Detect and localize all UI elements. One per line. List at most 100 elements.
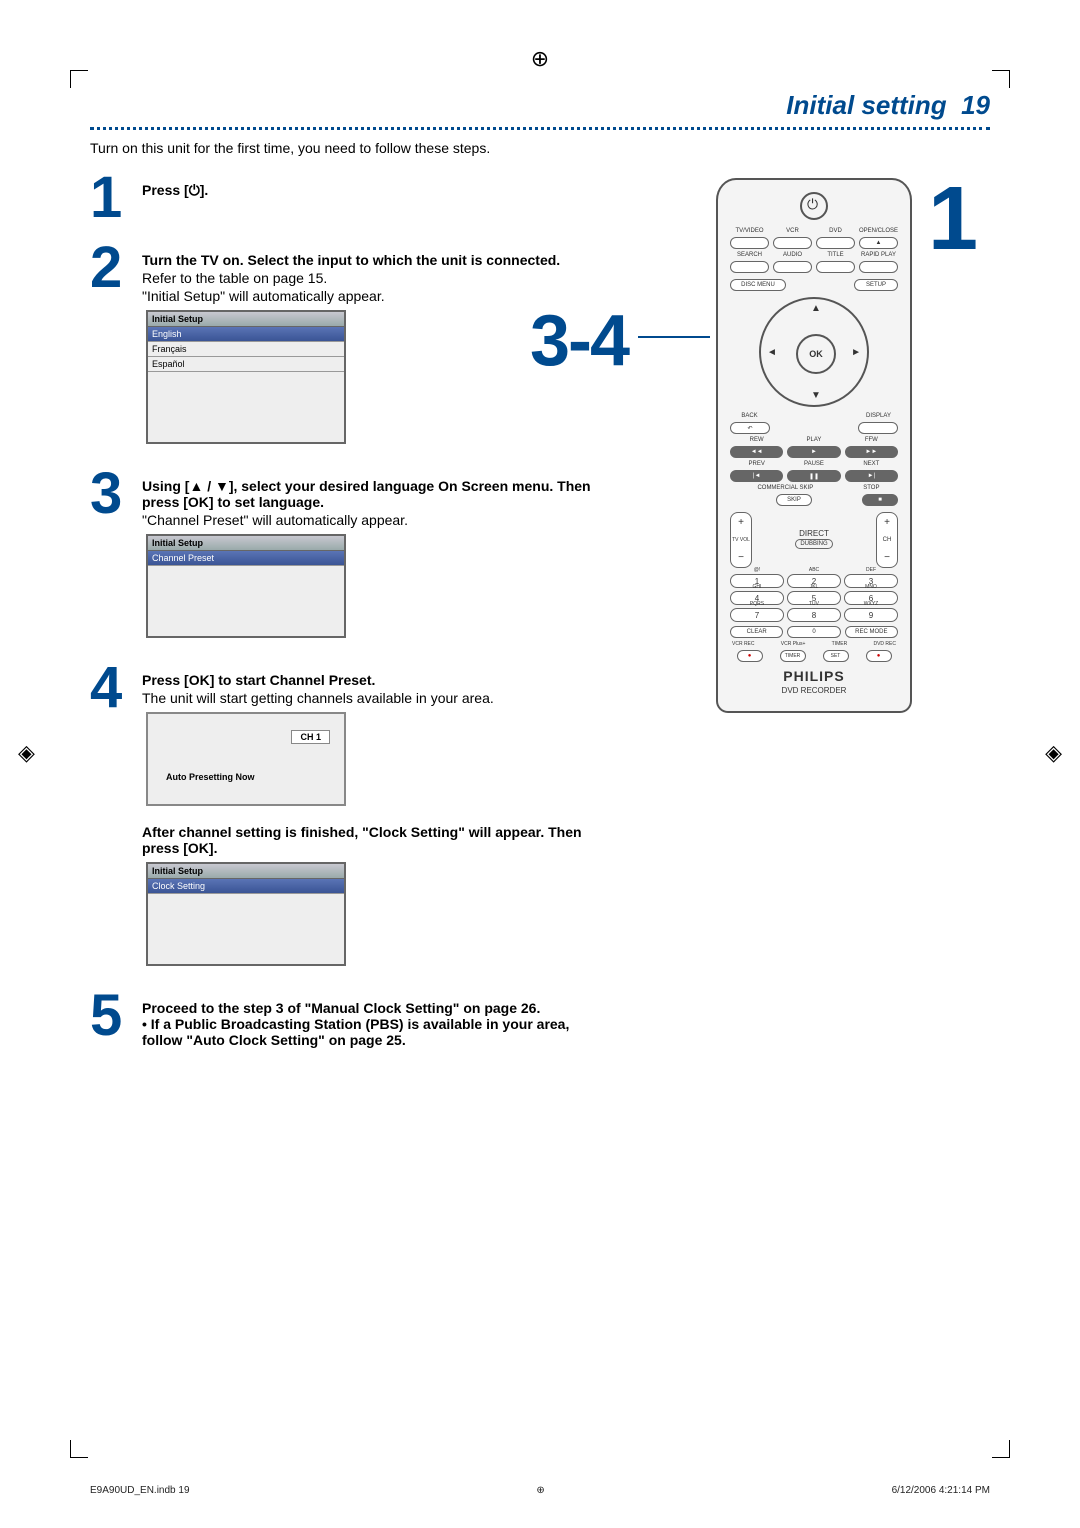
clear-button[interactable]: CLEAR bbox=[730, 626, 783, 638]
down-arrow-button[interactable]: ▼ bbox=[811, 390, 821, 401]
search-button[interactable] bbox=[730, 261, 769, 273]
display-button[interactable] bbox=[858, 422, 898, 434]
skip-button[interactable]: SKIP bbox=[776, 494, 812, 506]
label-display: DISPLAY bbox=[857, 413, 900, 419]
lang-option-francais: Français bbox=[148, 342, 344, 357]
rew-button[interactable]: ◄◄ bbox=[730, 446, 783, 458]
timer-set-button[interactable]: SET bbox=[823, 650, 849, 662]
label-tvvideo: TV/VIDEO bbox=[728, 228, 771, 234]
crop-mark bbox=[992, 1440, 1010, 1458]
recmode-button[interactable]: REC MODE bbox=[845, 626, 898, 638]
page-footer: E9A90UD_EN.indb 19 ⊕ 6/12/2006 4:21:14 P… bbox=[90, 1485, 990, 1496]
page-content: Initial setting 19 Turn on this unit for… bbox=[90, 90, 990, 1070]
step5-bullet: • If a Public Broadcasting Station (PBS)… bbox=[142, 1016, 569, 1048]
next-button[interactable]: ►| bbox=[845, 470, 898, 482]
label-direct: DIRECT bbox=[752, 529, 876, 538]
step5-bold: Proceed to the step 3 of "Manual Clock S… bbox=[142, 1000, 540, 1016]
ch-control[interactable]: +CH− bbox=[876, 512, 898, 568]
remote-control: TV/VIDEO VCR DVD OPEN/CLOSE ▲ SEARCH AUD… bbox=[716, 178, 912, 713]
audio-button[interactable] bbox=[773, 261, 812, 273]
title-button[interactable] bbox=[816, 261, 855, 273]
label-vcrplus: VCR Plus+ bbox=[781, 641, 806, 647]
registration-mark-left: ◈ bbox=[18, 740, 35, 766]
label-rapidplay: RAPID PLAY bbox=[857, 252, 900, 258]
label-search: SEARCH bbox=[728, 252, 771, 258]
channel-preset-row: Channel Preset bbox=[148, 551, 344, 566]
disc-menu-button[interactable]: DISC MENU bbox=[730, 279, 786, 291]
registration-mark-top: ⊕ bbox=[531, 46, 549, 72]
vcr-button[interactable] bbox=[773, 237, 812, 249]
setup-button[interactable]: SETUP bbox=[854, 279, 898, 291]
dialog-channel-preset: Initial Setup Channel Preset bbox=[146, 534, 346, 638]
step3-bold: Using [▲ / ▼], select your desired langu… bbox=[142, 478, 591, 510]
clock-setting-row: Clock Setting bbox=[148, 879, 344, 894]
page-header: Initial setting 19 bbox=[90, 90, 990, 125]
vcr-rec-button[interactable]: ● bbox=[737, 650, 763, 662]
dialog-title: Initial Setup bbox=[148, 536, 344, 551]
step4-after: After channel setting is finished, "Cloc… bbox=[142, 824, 582, 856]
ffw-button[interactable]: ►► bbox=[845, 446, 898, 458]
step4-line1: The unit will start getting channels ava… bbox=[142, 690, 602, 706]
num-7[interactable]: PQRS7 bbox=[730, 608, 784, 622]
stop-button[interactable]: ■ bbox=[862, 494, 898, 506]
label-title: TITLE bbox=[814, 252, 857, 258]
tv-vol-control[interactable]: +TV VOL− bbox=[730, 512, 752, 568]
label-timer: TIMER bbox=[832, 641, 848, 647]
dialog-title: Initial Setup bbox=[148, 864, 344, 879]
prev-button[interactable]: |◄ bbox=[730, 470, 783, 482]
step4-bold: Press [OK] to start Channel Preset. bbox=[142, 672, 375, 688]
ok-button[interactable]: OK bbox=[796, 334, 836, 374]
up-arrow-button[interactable]: ▲ bbox=[811, 303, 821, 314]
step2-line2: "Initial Setup" will automatically appea… bbox=[142, 288, 560, 304]
step2-line1: Refer to the table on page 15. bbox=[142, 270, 560, 286]
label-dvd: DVD bbox=[814, 228, 857, 234]
dialog-title: Initial Setup bbox=[148, 312, 344, 327]
pause-button[interactable]: ❚❚ bbox=[787, 470, 840, 482]
label-openclose: OPEN/CLOSE bbox=[857, 228, 900, 234]
openclose-button[interactable]: ▲ bbox=[859, 237, 898, 249]
play-button[interactable]: ► bbox=[787, 446, 840, 458]
tvvideo-button[interactable] bbox=[730, 237, 769, 249]
right-arrow-button[interactable]: ► bbox=[851, 347, 861, 358]
step-5: 5 Proceed to the step 3 of "Manual Clock… bbox=[90, 992, 990, 1048]
dialog-language-select: Initial Setup English Français Español bbox=[146, 310, 346, 444]
num-8[interactable]: TUV8 bbox=[787, 608, 841, 622]
step-number: 1 bbox=[90, 174, 142, 222]
crop-mark bbox=[70, 70, 88, 88]
step-number: 2 bbox=[90, 244, 142, 448]
label-dvd-rec: DVD REC bbox=[873, 641, 896, 647]
label-next: NEXT bbox=[843, 461, 900, 467]
progress-message: Auto Presetting Now bbox=[166, 772, 255, 782]
label-rew: REW bbox=[728, 437, 785, 443]
step-number: 5 bbox=[90, 992, 142, 1048]
num-9[interactable]: WXYZ9 bbox=[844, 608, 898, 622]
dubbing-button[interactable]: DUBBING bbox=[795, 539, 832, 549]
callout-3-4: 3-4 bbox=[530, 300, 628, 382]
num-0[interactable]: 0 bbox=[787, 626, 840, 638]
lang-option-espanol: Español bbox=[148, 357, 344, 372]
number-pad: @!1 ABC2 DEF3 GHI4 JKL5 MNO6 PQRS7 TUV8 … bbox=[730, 574, 898, 622]
power-button[interactable] bbox=[800, 192, 828, 220]
rapidplay-button[interactable] bbox=[859, 261, 898, 273]
label-commercial-skip: COMMERCIAL SKIP bbox=[728, 485, 843, 491]
callout-1: 1 bbox=[928, 168, 978, 271]
label-vcr-rec: VCR REC bbox=[732, 641, 755, 647]
footer-left: E9A90UD_EN.indb 19 bbox=[90, 1485, 190, 1496]
step3-line1: "Channel Preset" will automatically appe… bbox=[142, 512, 602, 528]
label-pause: PAUSE bbox=[785, 461, 842, 467]
header-rule bbox=[90, 127, 990, 130]
dvd-button[interactable] bbox=[816, 237, 855, 249]
dialog-auto-preset-progress: CH 1 Auto Presetting Now bbox=[146, 712, 346, 806]
back-button[interactable]: ↶ bbox=[730, 422, 770, 434]
remote-illustration-group: 1 3-4 TV/VIDEO VCR DVD OPEN/CLOSE ▲ SEAR… bbox=[658, 178, 968, 713]
label-back: BACK bbox=[728, 413, 771, 419]
label-stop: STOP bbox=[843, 485, 900, 491]
dpad: ▲ ▼ ◄ ► OK bbox=[759, 297, 869, 407]
dialog-clock-setting: Initial Setup Clock Setting bbox=[146, 862, 346, 966]
dvd-rec-button[interactable]: ● bbox=[866, 650, 892, 662]
left-arrow-button[interactable]: ◄ bbox=[767, 347, 777, 358]
brand-label: PHILIPS bbox=[728, 668, 900, 684]
vcrplus-timer-button[interactable]: TIMER bbox=[780, 650, 806, 662]
intro-text: Turn on this unit for the first time, yo… bbox=[90, 140, 990, 156]
step-number: 3 bbox=[90, 470, 142, 642]
